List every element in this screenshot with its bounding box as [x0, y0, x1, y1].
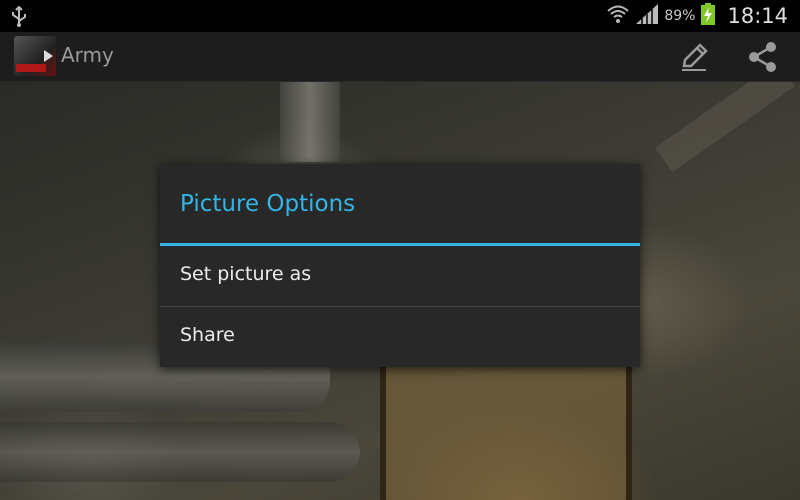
share-icon[interactable]	[745, 40, 781, 74]
photo-shape	[654, 82, 796, 173]
photo-shape	[380, 352, 632, 500]
app-title: Army	[61, 43, 114, 67]
dialog-title: Picture Options	[180, 191, 356, 217]
wifi-icon	[606, 4, 630, 28]
app-icon-tag	[16, 64, 46, 72]
battery-percent: 89%	[664, 8, 696, 24]
play-icon	[44, 50, 53, 62]
usb-icon	[10, 5, 28, 32]
photo-shape	[280, 82, 340, 162]
pencil-icon[interactable]	[676, 40, 712, 74]
share-option[interactable]: Share	[160, 307, 640, 367]
picture-options-dialog: Picture Options Set picture as Share	[160, 164, 640, 367]
menu-item-label: Share	[180, 324, 235, 346]
clock: 18:14	[727, 4, 788, 28]
action-bar: Army	[0, 32, 800, 82]
app-icon[interactable]	[14, 36, 56, 76]
battery-charging-icon	[701, 3, 716, 29]
signal-icon	[636, 4, 659, 28]
status-bar: 89% 18:14	[0, 0, 800, 32]
set-picture-as-option[interactable]: Set picture as	[160, 246, 640, 306]
menu-item-label: Set picture as	[180, 263, 312, 285]
photo-shape	[0, 422, 360, 482]
